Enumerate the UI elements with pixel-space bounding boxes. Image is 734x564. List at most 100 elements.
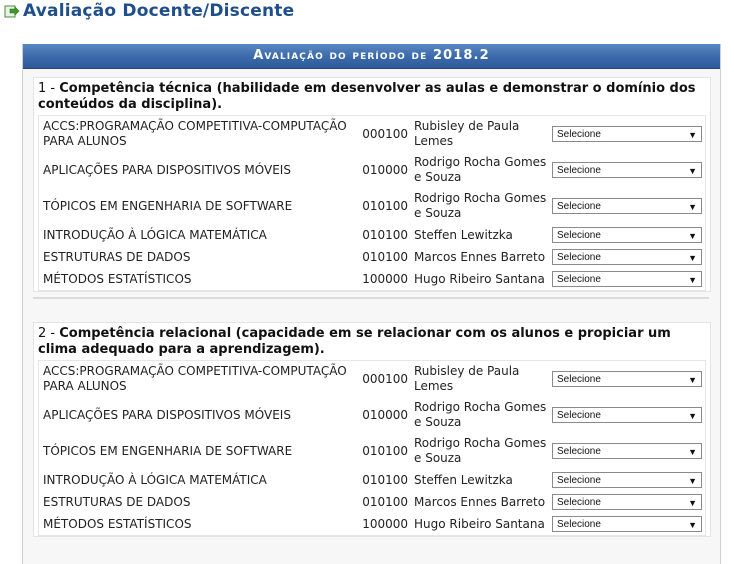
course-code: 100000 [362,271,408,286]
dropdown-arrow-icon: ▼ [688,520,697,530]
dropdown-arrow-icon: ▼ [688,202,697,212]
criterion-number: 1 - [38,81,60,96]
criterion-title: 2 - Competência relacional (capacidade e… [34,323,710,360]
section-divider [33,297,709,299]
professor-name: Rodrigo Rocha Gomes e Souza [414,155,547,184]
professor-name: Hugo Ribeiro Santana [414,516,545,531]
select-value: Selecione [557,165,601,176]
select-value: Selecione [557,129,601,140]
page-title: Avaliação Docente/Discente [23,1,295,21]
table-row: APLICAÇÕES PARA DISPOSITIVOS MÓVEIS 0100… [39,152,705,188]
professor-name: Rodrigo Rocha Gomes e Souza [414,436,547,465]
course-name: INTRODUÇÃO À LÓGICA MATEMÁTICA [43,472,267,487]
criterion-text: Competência relacional (capacidade em se… [38,326,671,357]
rating-select[interactable]: Selecione ▼ [552,407,702,423]
criterion-text: Competência técnica (habilidade em desen… [38,81,696,112]
dropdown-arrow-icon: ▼ [688,375,697,385]
rating-select[interactable]: Selecione ▼ [552,162,702,178]
course-code: 100000 [362,516,408,531]
evaluation-panel: Avaliação do período de 2018.2 1 - Compe… [22,44,721,564]
rating-select[interactable]: Selecione ▼ [552,126,702,142]
course-name: ACCS:PROGRAMAÇÃO COMPETITIVA-COMPUTAÇÃO … [43,119,347,148]
dropdown-arrow-icon: ▼ [688,476,697,486]
select-value: Selecione [557,497,601,508]
course-table: ACCS:PROGRAMAÇÃO COMPETITIVA-COMPUTAÇÃO … [38,115,706,291]
arrow-right-icon [4,5,20,18]
course-name: MÉTODOS ESTATÍSTICOS [43,516,192,531]
dropdown-arrow-icon: ▼ [688,498,697,508]
table-row: MÉTODOS ESTATÍSTICOS 100000 Hugo Ribeiro… [39,513,705,535]
course-code: 010100 [362,198,408,213]
rating-select[interactable]: Selecione ▼ [552,271,702,287]
course-name: TÓPICOS EM ENGENHARIA DE SOFTWARE [43,198,293,213]
rating-select[interactable]: Selecione ▼ [552,249,702,265]
professor-name: Rodrigo Rocha Gomes e Souza [414,400,547,429]
select-value: Selecione [557,201,601,212]
course-table: ACCS:PROGRAMAÇÃO COMPETITIVA-COMPUTAÇÃO … [38,360,706,536]
select-value: Selecione [557,230,601,241]
rating-select[interactable]: Selecione ▼ [552,443,702,459]
dropdown-arrow-icon: ▼ [688,130,697,140]
dropdown-arrow-icon: ▼ [688,275,697,285]
course-code: 010100 [362,227,408,242]
criterion-number: 2 - [38,326,60,341]
course-name: APLICAÇÕES PARA DISPOSITIVOS MÓVEIS [43,162,291,177]
rating-select[interactable]: Selecione ▼ [552,371,702,387]
select-value: Selecione [557,274,601,285]
professor-name: Rubisley de Paula Lemes [414,364,520,393]
rating-select[interactable]: Selecione ▼ [552,472,702,488]
table-row: MÉTODOS ESTATÍSTICOS 100000 Hugo Ribeiro… [39,268,705,290]
table-row: INTRODUÇÃO À LÓGICA MATEMÁTICA 010100 St… [39,469,705,491]
select-value: Selecione [557,374,601,385]
professor-name: Marcos Ennes Barreto [414,494,546,509]
select-value: Selecione [557,519,601,530]
criterion-title: 1 - Competência técnica (habilidade em d… [34,78,710,115]
course-name: ESTRUTURAS DE DADOS [43,494,191,509]
table-row: ACCS:PROGRAMAÇÃO COMPETITIVA-COMPUTAÇÃO … [39,361,705,397]
table-row: APLICAÇÕES PARA DISPOSITIVOS MÓVEIS 0100… [39,397,705,433]
course-code: 000100 [362,371,408,386]
table-row: INTRODUÇÃO À LÓGICA MATEMÁTICA 010100 St… [39,224,705,246]
course-code: 010000 [362,162,408,177]
panel-caption: Avaliação do período de 2018.2 [23,44,720,69]
course-code: 010100 [362,443,408,458]
professor-name: Steffen Lewitzka [414,227,513,242]
course-name: ACCS:PROGRAMAÇÃO COMPETITIVA-COMPUTAÇÃO … [43,364,347,393]
course-code: 010000 [362,407,408,422]
rating-select[interactable]: Selecione ▼ [552,198,702,214]
table-row: ESTRUTURAS DE DADOS 010100 Marcos Ennes … [39,246,705,268]
professor-name: Marcos Ennes Barreto [414,249,546,264]
table-row: TÓPICOS EM ENGENHARIA DE SOFTWARE 010100… [39,433,705,469]
professor-name: Steffen Lewitzka [414,472,513,487]
dropdown-arrow-icon: ▼ [688,411,697,421]
criterion-section: 1 - Competência técnica (habilidade em d… [33,77,711,292]
dropdown-arrow-icon: ▼ [688,166,697,176]
rating-select[interactable]: Selecione ▼ [552,516,702,532]
select-value: Selecione [557,410,601,421]
table-row: TÓPICOS EM ENGENHARIA DE SOFTWARE 010100… [39,188,705,224]
course-code: 010100 [362,472,408,487]
course-name: APLICAÇÕES PARA DISPOSITIVOS MÓVEIS [43,407,291,422]
rating-select[interactable]: Selecione ▼ [552,227,702,243]
dropdown-arrow-icon: ▼ [688,447,697,457]
course-name: TÓPICOS EM ENGENHARIA DE SOFTWARE [43,443,293,458]
course-code: 000100 [362,126,408,141]
professor-name: Rubisley de Paula Lemes [414,119,520,148]
course-name: INTRODUÇÃO À LÓGICA MATEMÁTICA [43,227,267,242]
table-row: ACCS:PROGRAMAÇÃO COMPETITIVA-COMPUTAÇÃO … [39,116,705,152]
rating-select[interactable]: Selecione ▼ [552,494,702,510]
professor-name: Rodrigo Rocha Gomes e Souza [414,191,547,220]
course-code: 010100 [362,249,408,264]
course-code: 010100 [362,494,408,509]
page-header: Avaliação Docente/Discente [4,0,294,22]
course-name: ESTRUTURAS DE DADOS [43,249,191,264]
course-name: MÉTODOS ESTATÍSTICOS [43,271,192,286]
dropdown-arrow-icon: ▼ [688,231,697,241]
table-row: ESTRUTURAS DE DADOS 010100 Marcos Ennes … [39,491,705,513]
professor-name: Hugo Ribeiro Santana [414,271,545,286]
criterion-section: 2 - Competência relacional (capacidade e… [33,322,711,537]
select-value: Selecione [557,475,601,486]
select-value: Selecione [557,252,601,263]
select-value: Selecione [557,446,601,457]
dropdown-arrow-icon: ▼ [688,253,697,263]
